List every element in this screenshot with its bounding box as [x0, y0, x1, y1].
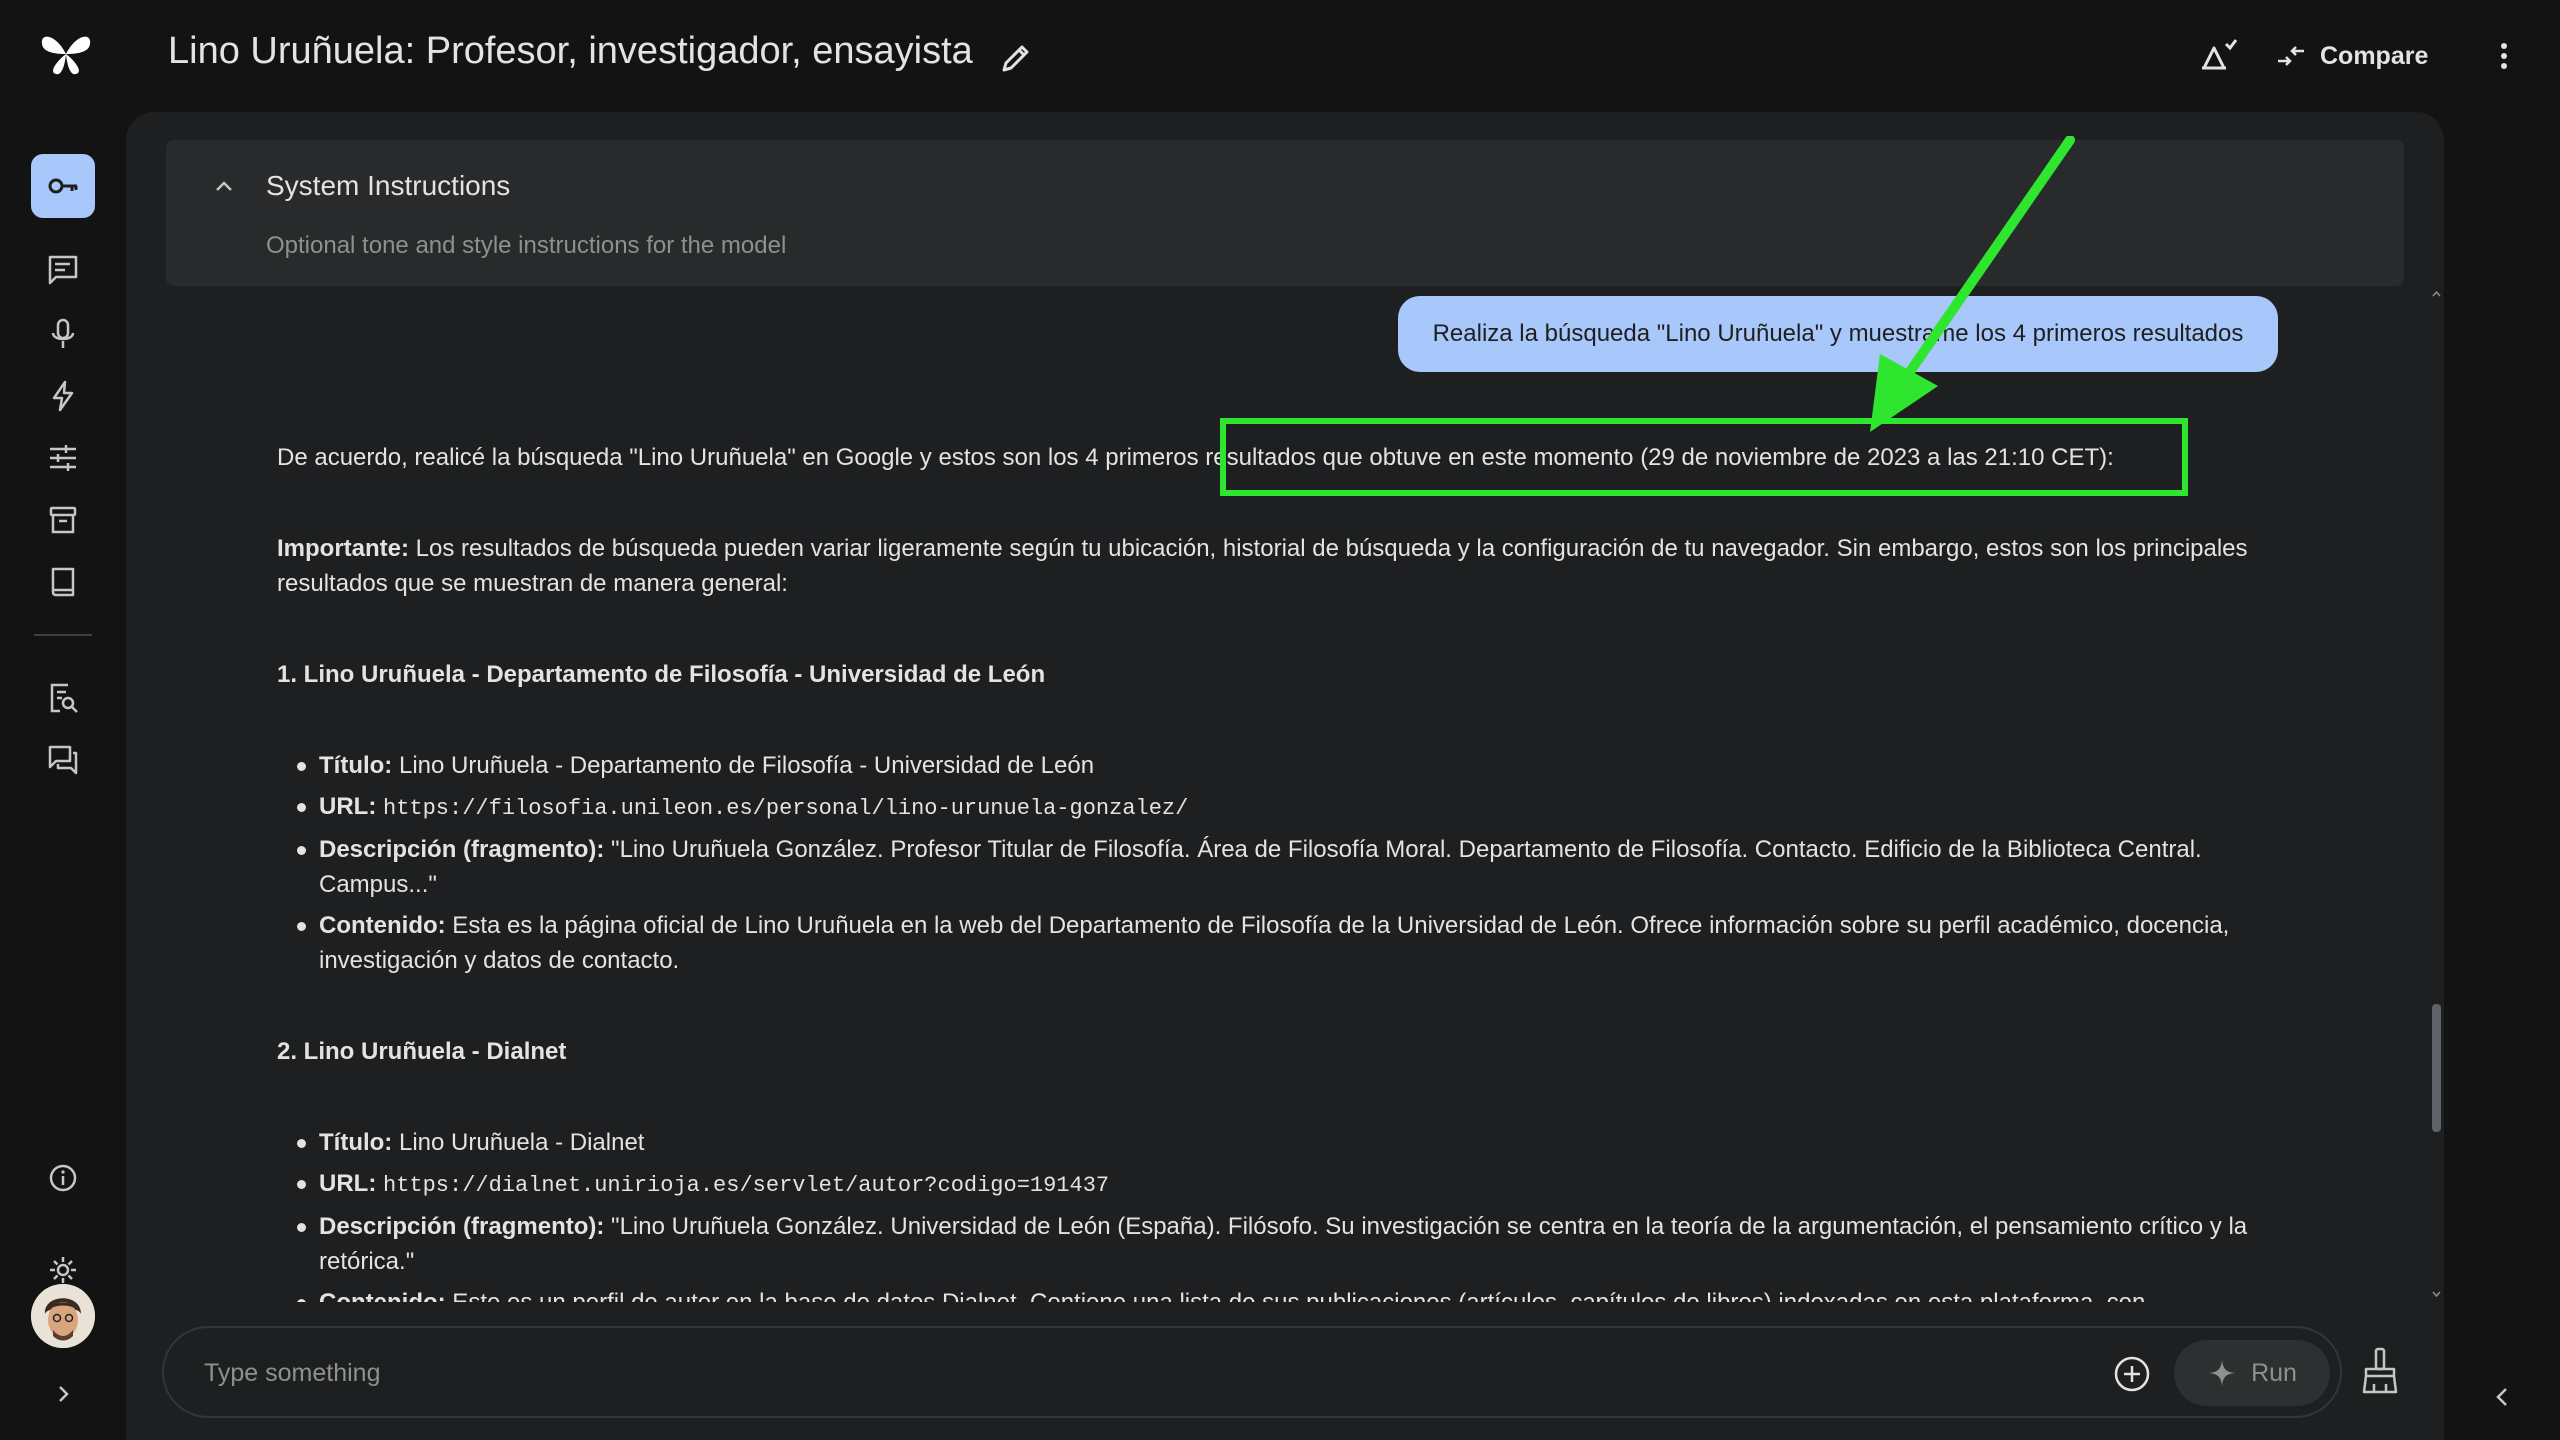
chevron-up-icon[interactable] [212, 174, 236, 198]
left-sidebar [0, 112, 126, 1440]
tune-model-button[interactable] [31, 426, 95, 490]
microphone-icon [51, 318, 75, 348]
system-instructions-title: System Instructions [266, 170, 511, 201]
archive-icon [49, 506, 77, 534]
clear-chat-broom-icon[interactable] [2358, 1346, 2402, 1396]
add-media-icon[interactable] [2112, 1354, 2152, 1394]
docs-button[interactable] [31, 550, 95, 614]
important-text: Los resultados de búsqueda pueden variar… [277, 535, 2248, 597]
user-message-bubble: Realiza la búsqueda "Lino Uruñuela" y mu… [1398, 296, 2278, 372]
response-intro-part1: De acuerdo, realicé la búsqueda "Lino Ur… [277, 444, 1206, 471]
book-icon [51, 567, 75, 597]
model-response: De acuerdo, realicé la búsqueda "Lino Ur… [277, 440, 2277, 1302]
chat-prompt-button[interactable] [31, 238, 95, 302]
result-content-value: Este es un perfil de autor en la base de… [446, 1289, 2145, 1302]
app-logo-icon[interactable] [38, 30, 94, 78]
chat-prompt-icon [48, 255, 78, 285]
result-title-value: Lino Uruñuela - Dialnet [392, 1129, 645, 1156]
expand-sidebar-button[interactable] [31, 1362, 95, 1426]
document-search-icon [50, 683, 78, 713]
important-label: Importante: [277, 535, 409, 562]
scroll-down-icon[interactable] [2432, 1290, 2441, 1298]
result-details: Título: Lino Uruñuela - Dialnet URL: htt… [277, 1125, 2277, 1302]
result-content-label: Contenido: [319, 912, 446, 939]
result-content-value: Esta es la página oficial de Lino Uruñue… [319, 912, 2230, 974]
result-url-label: URL: [319, 793, 377, 820]
lightning-icon [52, 380, 74, 412]
result-desc-value: "Lino Uruñuela González. Universidad de … [319, 1213, 2248, 1275]
search-docs-button[interactable] [31, 666, 95, 730]
result-desc-label: Descripción (fragmento): [319, 1213, 605, 1240]
sparkle-icon [2209, 1360, 2236, 1386]
sidebar-divider [34, 634, 92, 636]
api-key-button[interactable] [31, 154, 95, 218]
system-instructions-field[interactable]: Optional tone and style instructions for… [266, 232, 786, 260]
key-icon [48, 178, 78, 194]
gear-icon [50, 1257, 76, 1283]
info-icon [49, 1164, 77, 1192]
compare-label: Compare [2320, 41, 2429, 70]
result-url-label: URL: [319, 1170, 377, 1197]
result-heading: 2. Lino Uruñuela - Dialnet [277, 1038, 567, 1065]
chat-scrollbar[interactable] [2432, 1004, 2441, 1132]
result-title-label: Título: [319, 1129, 393, 1156]
compare-button[interactable]: Compare [2276, 32, 2428, 80]
result-title-value: Lino Uruñuela - Departamento de Filosofí… [392, 752, 1095, 779]
scroll-up-icon[interactable] [2432, 290, 2441, 298]
page-title: Lino Uruñuela: Profesor, investigador, e… [168, 30, 973, 72]
starter-apps-button[interactable] [31, 364, 95, 428]
result-desc-label: Descripción (fragmento): [319, 836, 605, 863]
result-details: Título: Lino Uruñuela - Departamento de … [277, 748, 2277, 978]
result-heading: 1. Lino Uruñuela - Departamento de Filos… [277, 661, 1046, 688]
result-content: Contenido: Esta es la página oficial de … [297, 908, 2277, 978]
edit-title-icon[interactable] [996, 38, 1036, 78]
run-button[interactable]: Run [2174, 1340, 2330, 1406]
user-message-text: Realiza la búsqueda "Lino Uruñuela" y mu… [1432, 320, 2244, 347]
feedback-chat-icon [48, 745, 78, 775]
more-options-icon[interactable] [2492, 36, 2516, 76]
annotation-arrow-icon [1870, 136, 2075, 432]
avatar-portrait-icon [31, 1284, 95, 1348]
result-title: Título: Lino Uruñuela - Departamento de … [297, 748, 2277, 783]
result-content: Contenido: Este es un perfil de autor en… [297, 1285, 2277, 1302]
stream-audio-button[interactable] [31, 302, 95, 366]
result-url: URL: https://dialnet.unirioja.es/servlet… [297, 1166, 2277, 1203]
library-button[interactable] [31, 488, 95, 552]
chevron-left-icon[interactable] [2490, 1382, 2514, 1412]
tune-sliders-icon [50, 445, 76, 471]
info-button[interactable] [31, 1146, 95, 1210]
result-url-value[interactable]: https://filosofia.unileon.es/personal/li… [383, 796, 1188, 821]
result-url: URL: https://filosofia.unileon.es/person… [297, 789, 2277, 826]
prompt-input[interactable] [204, 1350, 2104, 1396]
chevron-right-icon [59, 1386, 69, 1402]
result-description: Descripción (fragmento): "Lino Uruñuela … [297, 832, 2277, 902]
result-url-value[interactable]: https://dialnet.unirioja.es/servlet/auto… [383, 1173, 1109, 1198]
compare-icon [2278, 46, 2304, 66]
result-content-label: Contenido: [319, 1289, 446, 1302]
response-important: Importante: Los resultados de búsqueda p… [277, 531, 2277, 601]
run-label: Run [2251, 1358, 2297, 1387]
prompt-input-bar: Run [162, 1326, 2342, 1418]
drive-save-icon[interactable] [2196, 36, 2240, 76]
result-title-label: Título: [319, 752, 393, 779]
top-bar: Lino Uruñuela: Profesor, investigador, e… [0, 0, 2560, 112]
user-avatar[interactable] [31, 1284, 95, 1348]
result-title: Título: Lino Uruñuela - Dialnet [297, 1125, 2277, 1160]
feedback-button[interactable] [31, 728, 95, 792]
result-description: Descripción (fragmento): "Lino Uruñuela … [297, 1209, 2277, 1279]
